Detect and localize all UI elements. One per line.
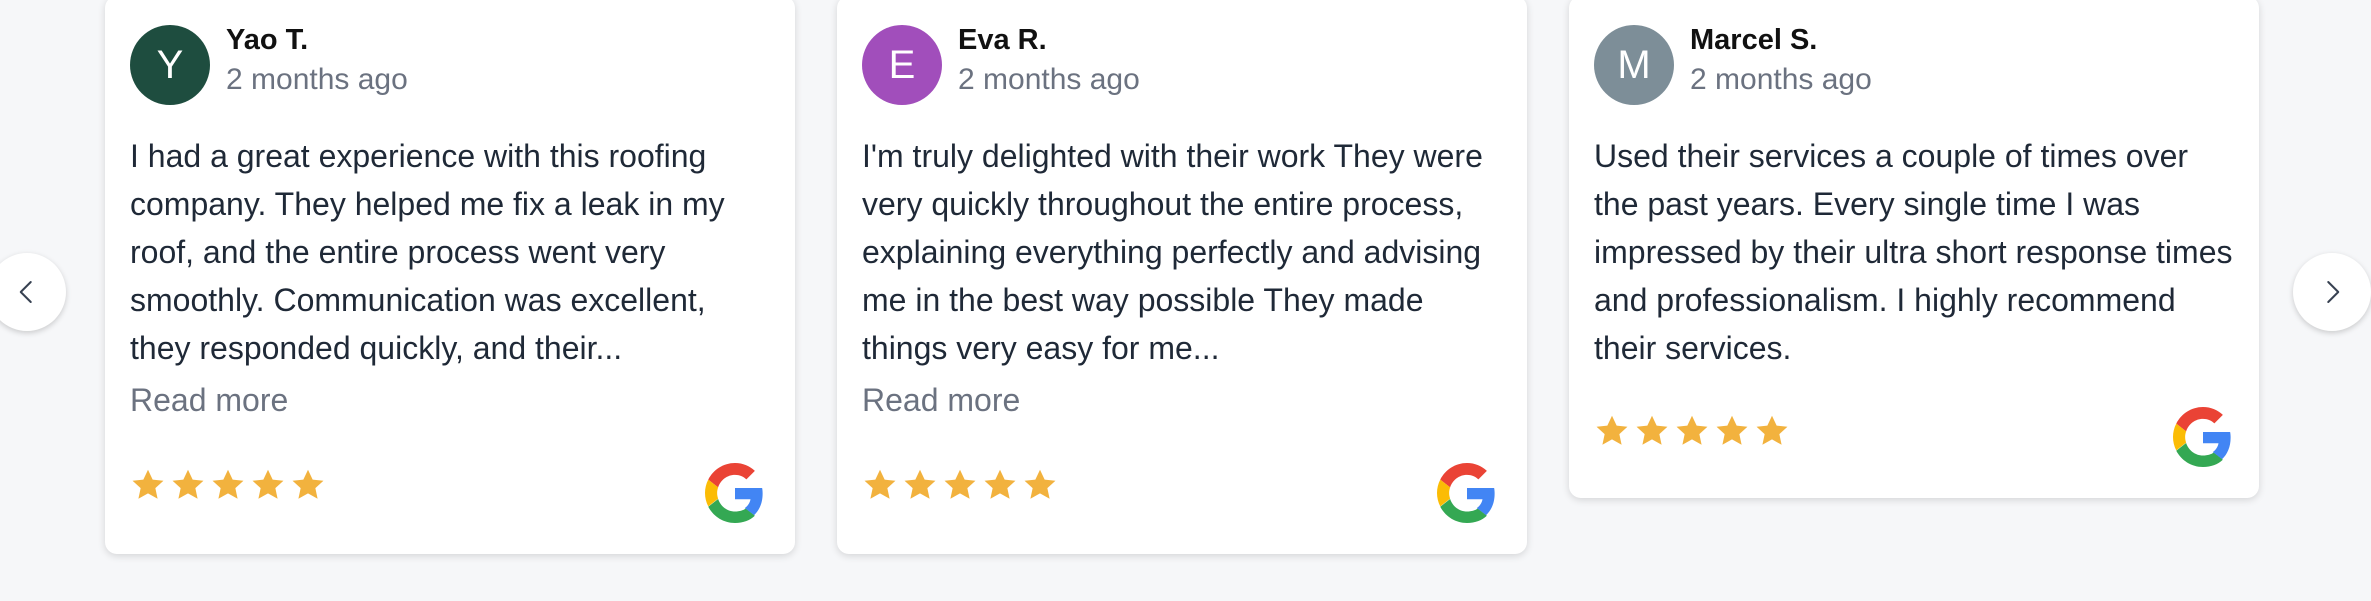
review-text: I had a great experience with this roofi… xyxy=(130,138,725,366)
star-icon xyxy=(252,469,284,499)
avatar: Y xyxy=(130,25,210,105)
star-icon xyxy=(132,469,164,499)
reviewer-name: Marcel S. xyxy=(1690,24,1818,56)
carousel-next-button[interactable] xyxy=(2293,253,2371,331)
google-logo-icon xyxy=(705,463,763,523)
avatar: M xyxy=(1594,25,1674,105)
google-logo-icon xyxy=(1437,463,1495,523)
star-icon xyxy=(292,469,324,499)
star-icon xyxy=(1756,415,1788,445)
review-text: Used their services a couple of times ov… xyxy=(1594,138,2233,366)
reviewer-name: Eva R. xyxy=(958,24,1047,56)
review-text: I'm truly delighted with their work They… xyxy=(862,138,1483,366)
star-icon xyxy=(1024,469,1056,499)
star-rating xyxy=(130,467,326,503)
star-icon xyxy=(212,469,244,499)
review-time: 2 months ago xyxy=(226,63,408,96)
star-icon xyxy=(984,469,1016,499)
chevron-left-icon xyxy=(19,281,32,303)
star-icon xyxy=(1676,415,1708,445)
carousel-prev-button[interactable] xyxy=(0,253,66,331)
review-card: M Marcel S. 2 months ago Used their serv… xyxy=(1569,0,2259,498)
read-more-link[interactable]: Read more xyxy=(862,382,1020,419)
review-time: 2 months ago xyxy=(958,63,1140,96)
avatar: E xyxy=(862,25,942,105)
star-icon xyxy=(904,469,936,499)
star-icon xyxy=(944,469,976,499)
chevron-right-icon xyxy=(2327,281,2340,303)
review-time: 2 months ago xyxy=(1690,63,1872,96)
star-icon xyxy=(1716,415,1748,445)
star-rating xyxy=(862,467,1058,503)
star-icon xyxy=(864,469,896,499)
read-more-link[interactable]: Read more xyxy=(130,382,288,419)
reviewer-name: Yao T. xyxy=(226,24,309,56)
star-rating xyxy=(1594,413,1790,449)
review-card: Y Yao T. 2 months ago I had a great expe… xyxy=(105,0,795,554)
google-logo-icon xyxy=(2173,407,2231,467)
review-card: E Eva R. 2 months ago I'm truly delighte… xyxy=(837,0,1527,554)
star-icon xyxy=(1636,415,1668,445)
star-icon xyxy=(172,469,204,499)
star-icon xyxy=(1596,415,1628,445)
